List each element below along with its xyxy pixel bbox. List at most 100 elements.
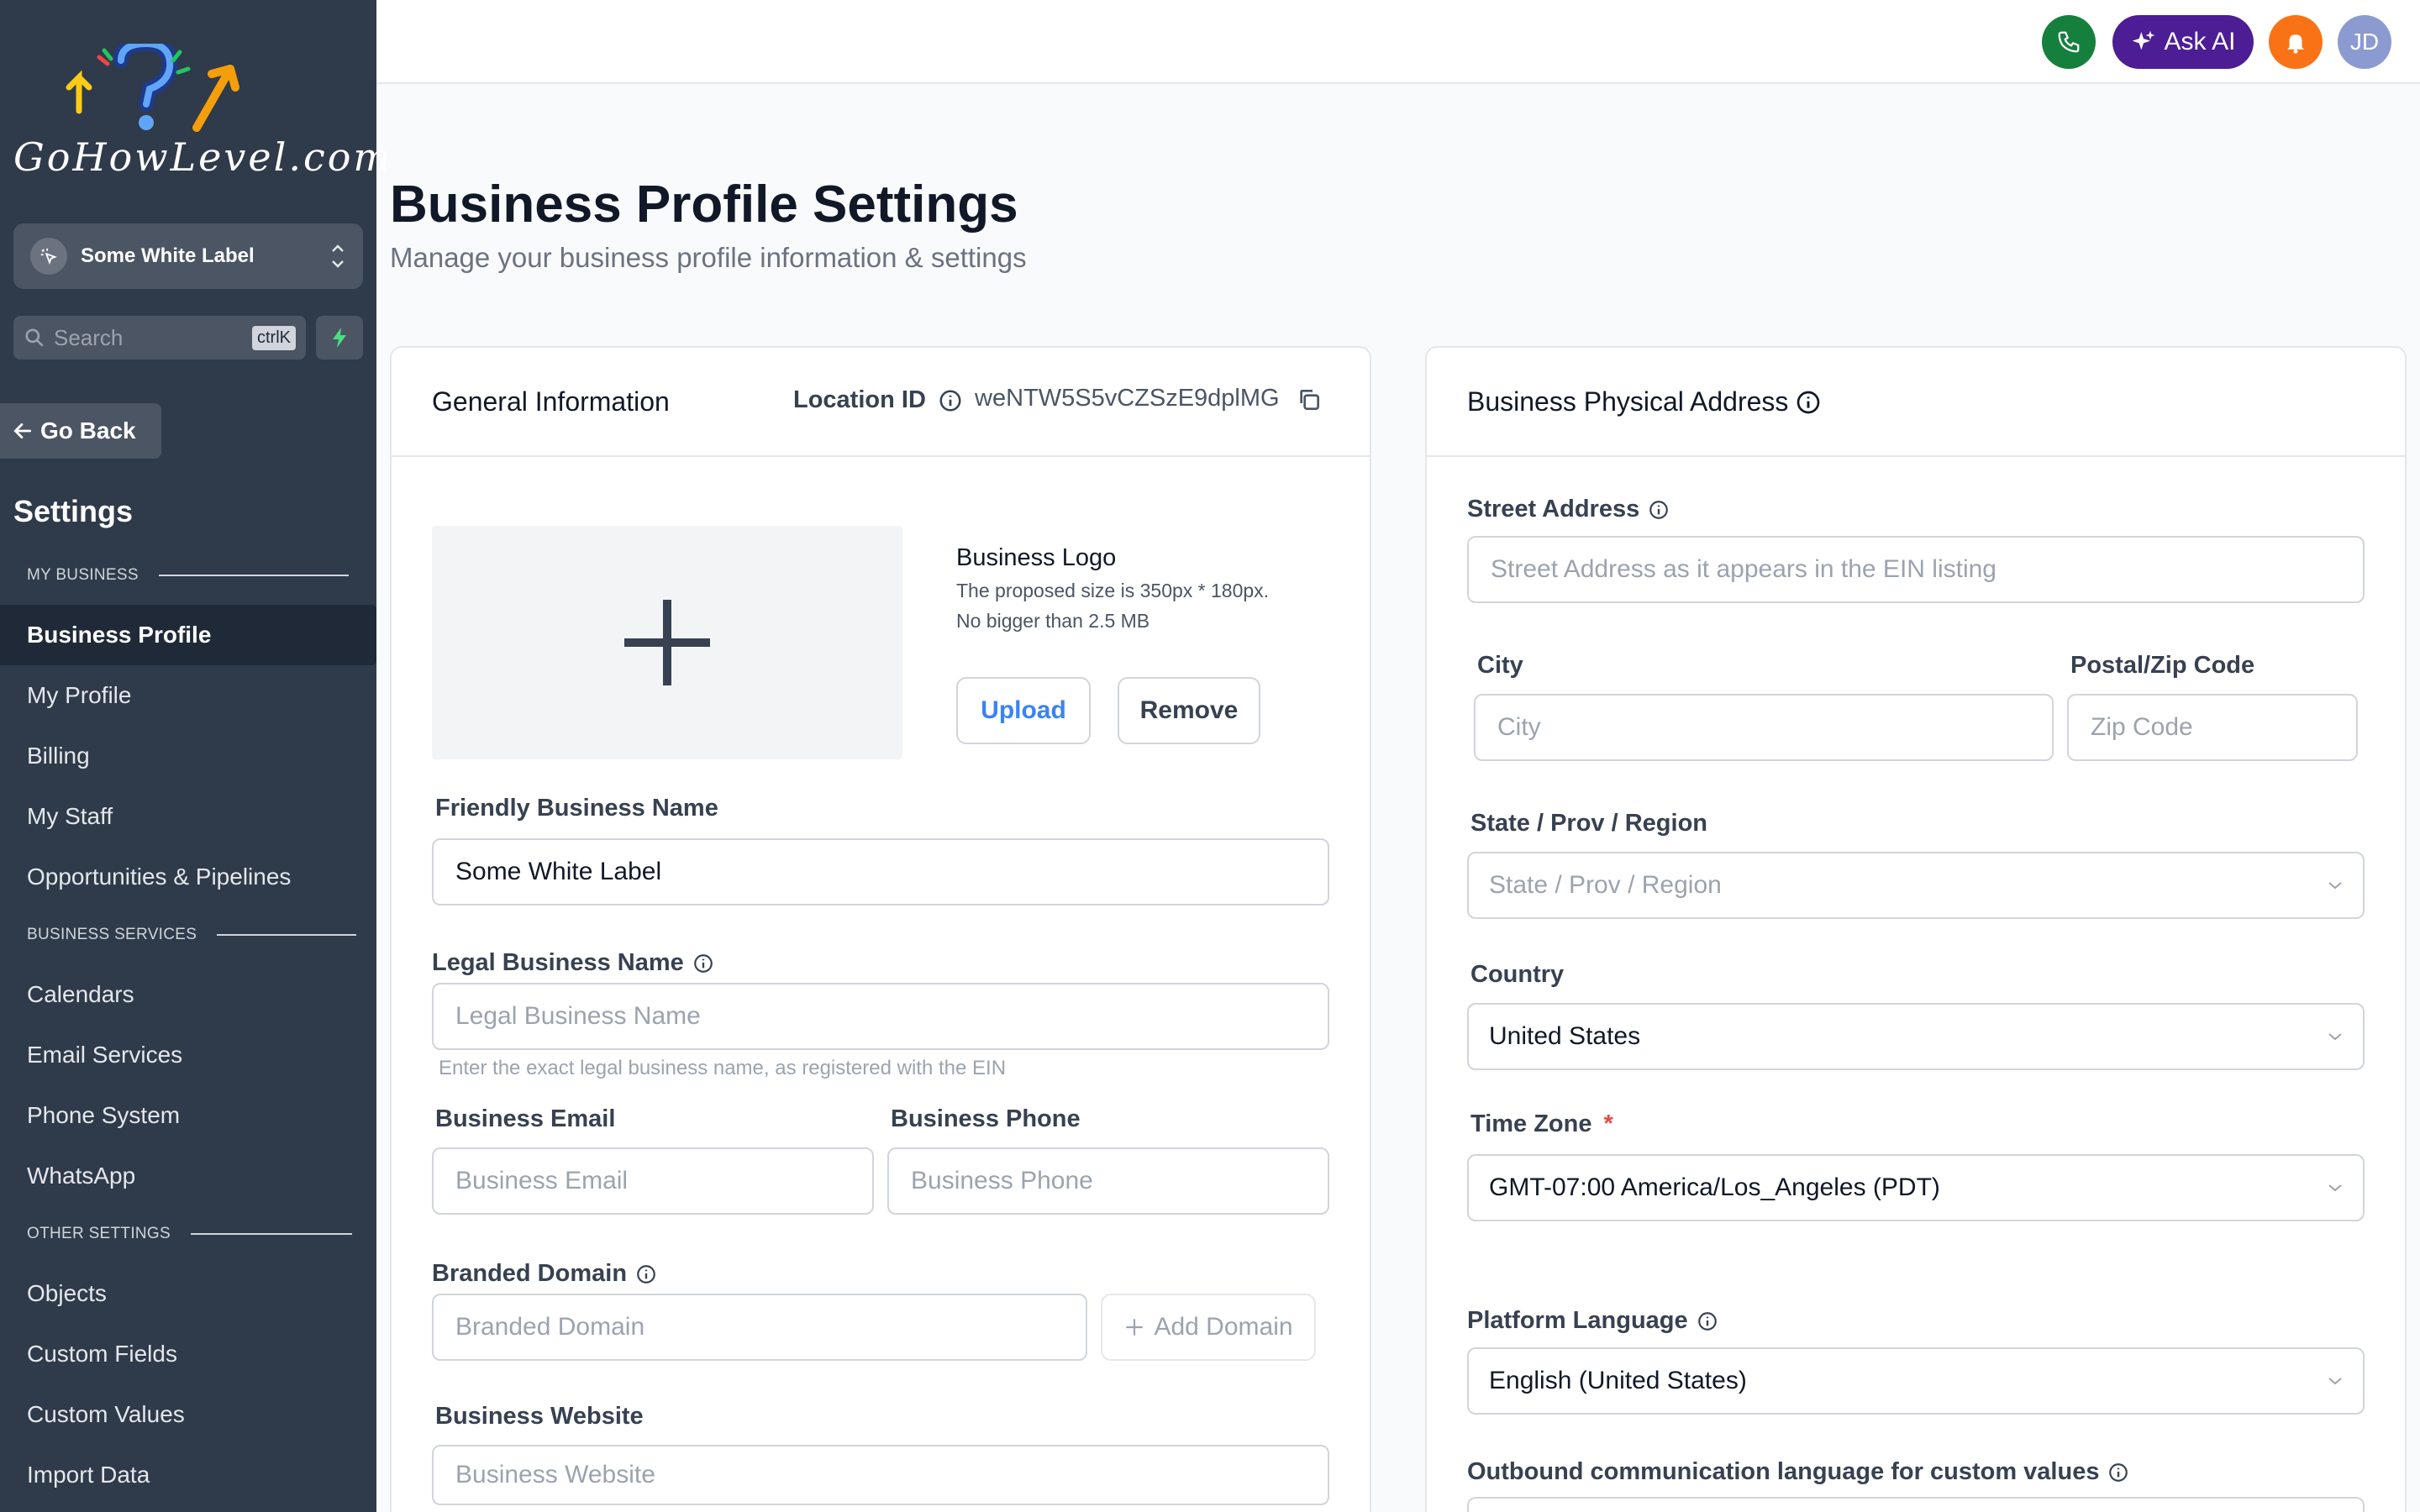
sparkles-icon bbox=[2133, 30, 2155, 50]
outbound-language-select[interactable] bbox=[1467, 1497, 2365, 1512]
outbound-language-label: Outbound communication language for cust… bbox=[1467, 1458, 2129, 1486]
legal-name-label: Legal Business Name bbox=[432, 949, 714, 977]
top-bar: Ask AI JD bbox=[376, 0, 2420, 84]
search-placeholder: Search bbox=[54, 324, 124, 350]
business-website-input[interactable]: Business Website bbox=[432, 1445, 1329, 1505]
search-icon bbox=[25, 328, 44, 347]
country-label: Country bbox=[1470, 961, 1565, 988]
state-select[interactable]: State / Prov / Region bbox=[1467, 852, 2365, 919]
business-logo-title: Business Logo bbox=[956, 544, 1117, 571]
ask-ai-button[interactable]: Ask AI bbox=[2112, 15, 2254, 69]
city-label: City bbox=[1477, 652, 1523, 679]
chevron-down-icon bbox=[2328, 1378, 2342, 1385]
user-avatar[interactable]: JD bbox=[2338, 15, 2391, 69]
lightning-bolt-icon bbox=[333, 328, 346, 348]
sidebar-item-phone-system[interactable]: Phone System bbox=[0, 1085, 376, 1146]
sidebar-item-my-staff[interactable]: My Staff bbox=[0, 786, 376, 847]
sidebar-item-custom-fields[interactable]: Custom Fields bbox=[0, 1324, 376, 1384]
general-information-title: General Information bbox=[432, 386, 670, 417]
branded-domain-label: Branded Domain bbox=[432, 1260, 657, 1288]
bell-icon bbox=[2287, 34, 2304, 54]
info-icon bbox=[693, 953, 713, 973]
sidebar-item-calendars[interactable]: Calendars bbox=[0, 964, 376, 1025]
sidebar-item-billing[interactable]: Billing bbox=[0, 726, 376, 786]
search-shortcut-badge: ctrlK bbox=[252, 325, 296, 350]
sidebar-item-email-services[interactable]: Email Services bbox=[0, 1025, 376, 1085]
section-other-settings: OTHER SETTINGS bbox=[27, 1225, 352, 1243]
business-phone-label: Business Phone bbox=[891, 1105, 1081, 1132]
info-icon bbox=[637, 1264, 655, 1284]
chevron-down-icon bbox=[2328, 882, 2342, 890]
location-name: Some White Label bbox=[81, 244, 255, 267]
upload-button[interactable]: Upload bbox=[956, 677, 1091, 744]
platform-language-label: Platform Language bbox=[1467, 1307, 1718, 1335]
go-back-button[interactable]: Go Back bbox=[0, 403, 161, 459]
friendly-name-input[interactable]: Some White Label bbox=[432, 838, 1329, 906]
business-email-label: Business Email bbox=[435, 1105, 616, 1132]
city-input[interactable]: City bbox=[1474, 694, 2054, 761]
sidebar-item-import-data[interactable]: Import Data bbox=[0, 1445, 376, 1505]
remove-button[interactable]: Remove bbox=[1118, 677, 1260, 744]
business-address-title: Business Physical Address bbox=[1467, 386, 1822, 417]
logo-upload-dropzone[interactable] bbox=[432, 526, 902, 759]
street-address-label: Street Address bbox=[1467, 496, 1670, 523]
street-address-input[interactable]: Street Address as it appears in the EIN … bbox=[1467, 536, 2365, 603]
phone-icon bbox=[2058, 31, 2080, 53]
page-subtitle: Manage your business profile information… bbox=[390, 242, 1027, 273]
zip-input[interactable]: Zip Code bbox=[2067, 694, 2358, 761]
brand-wordmark: GoHowLevel.com bbox=[13, 134, 393, 180]
location-id-label: Location ID bbox=[793, 386, 963, 414]
go-back-label: Go Back bbox=[40, 417, 136, 444]
notifications-button[interactable] bbox=[2269, 15, 2323, 69]
sidebar-item-objects[interactable]: Objects bbox=[0, 1263, 376, 1324]
zip-label: Postal/Zip Code bbox=[2070, 652, 2255, 679]
plus-icon bbox=[1126, 1319, 1144, 1336]
quick-actions-button[interactable] bbox=[316, 316, 363, 360]
friendly-name-label: Friendly Business Name bbox=[435, 795, 718, 822]
info-icon bbox=[1649, 500, 1669, 519]
chevron-down-icon bbox=[2328, 1033, 2342, 1041]
business-website-label: Business Website bbox=[435, 1403, 644, 1430]
branded-domain-input[interactable]: Branded Domain bbox=[432, 1294, 1087, 1361]
sidebar-item-business-profile[interactable]: Business Profile bbox=[0, 605, 376, 665]
state-label: State / Prov / Region bbox=[1470, 810, 1707, 837]
info-icon bbox=[1697, 1311, 1717, 1331]
location-switcher[interactable]: Some White Label bbox=[13, 223, 363, 289]
legal-name-input[interactable]: Legal Business Name bbox=[432, 983, 1329, 1050]
business-email-input[interactable]: Business Email bbox=[432, 1147, 874, 1215]
chevron-down-icon bbox=[2328, 1184, 2342, 1192]
sidebar-item-my-profile[interactable]: My Profile bbox=[0, 665, 376, 726]
page-title: Business Profile Settings bbox=[390, 176, 1018, 234]
arrow-left-icon bbox=[13, 423, 32, 438]
platform-language-select[interactable]: English (United States) bbox=[1467, 1347, 2365, 1415]
country-select[interactable]: United States bbox=[1467, 1003, 2365, 1070]
sidebar-item-whatsapp[interactable]: WhatsApp bbox=[0, 1146, 376, 1206]
settings-heading: Settings bbox=[13, 494, 134, 528]
logo-max-size-hint: No bigger than 2.5 MB bbox=[956, 610, 1150, 632]
legal-name-hint: Enter the exact legal business name, as … bbox=[439, 1057, 1007, 1079]
info-icon bbox=[939, 390, 961, 411]
required-asterisk: * bbox=[1603, 1110, 1613, 1137]
plus-icon bbox=[624, 600, 710, 685]
location-id-value: weNTW5S5vCZSzE9dplMG bbox=[975, 385, 1280, 412]
sidebar-item-custom-values[interactable]: Custom Values bbox=[0, 1384, 376, 1445]
copy-icon[interactable] bbox=[1296, 386, 1323, 413]
logo-size-hint: The proposed size is 350px * 180px. bbox=[956, 580, 1270, 601]
ask-ai-label: Ask AI bbox=[2164, 28, 2236, 55]
sidebar-item-opportunities[interactable]: Opportunities & Pipelines bbox=[0, 847, 376, 907]
cursor-click-icon bbox=[30, 238, 67, 275]
section-my-business: MY BUSINESS bbox=[27, 566, 349, 585]
info-icon bbox=[2109, 1462, 2128, 1482]
business-phone-input[interactable]: Business Phone bbox=[887, 1147, 1329, 1215]
question-arrow-logo-icon bbox=[66, 44, 239, 132]
section-business-services: BUSINESS SERVICES bbox=[27, 926, 357, 944]
search-box[interactable]: Search ctrlK bbox=[13, 316, 306, 360]
time-zone-label: Time Zone * bbox=[1470, 1110, 1613, 1137]
add-domain-button[interactable]: Add Domain bbox=[1101, 1294, 1316, 1361]
brand-logo[interactable]: GoHowLevel.com bbox=[12, 44, 390, 186]
sidebar: GoHowLevel.com Some White Label Search c… bbox=[0, 0, 390, 1512]
time-zone-select[interactable]: GMT-07:00 America/Los_Angeles (PDT) bbox=[1467, 1154, 2365, 1221]
chevron-up-down-icon bbox=[332, 244, 344, 268]
phone-button[interactable] bbox=[2042, 15, 2096, 69]
info-icon bbox=[1797, 391, 1820, 413]
